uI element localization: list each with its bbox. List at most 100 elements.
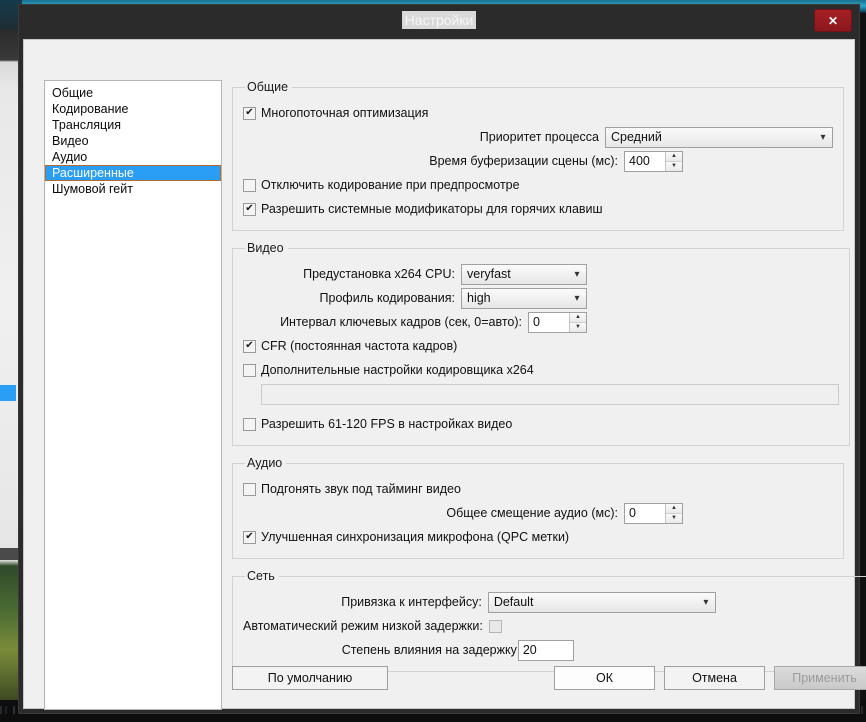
- sidebar-item-broadcast[interactable]: Трансляция: [45, 117, 221, 133]
- group-video: Видео Предустановка x264 CPU: veryfast ▾…: [232, 241, 850, 446]
- encoding-profile-label: Профиль кодирования:: [319, 291, 455, 305]
- x264-preset-label: Предустановка x264 CPU:: [303, 267, 455, 281]
- audio-offset-spin-buttons[interactable]: ▲ ▼: [665, 503, 682, 523]
- row-high-fps: Разрешить 61-120 FPS в настройках видео: [243, 413, 839, 435]
- process-priority-value: Средний: [611, 130, 662, 144]
- chevron-down-icon: ▾: [574, 268, 580, 280]
- spin-down-icon[interactable]: ▼: [666, 513, 682, 523]
- row-custom-x264: Дополнительные настройки кодировщика x26…: [243, 359, 839, 381]
- row-mic-qpc-sync: Улучшенная синхронизация микрофона (QPC …: [243, 526, 833, 548]
- latency-factor-label: Степень влияния на задержку: [341, 643, 517, 657]
- window-title-text: Настройки: [401, 11, 477, 29]
- row-multithreaded: Многопоточная оптимизация: [243, 102, 833, 124]
- chevron-down-icon: ▾: [820, 131, 826, 143]
- row-process-priority: Приоритет процесса Средний ▾: [243, 126, 833, 148]
- row-interface-binding: Привязка к интерфейсу: Default ▾: [243, 591, 866, 613]
- group-network-legend: Сеть: [247, 569, 275, 583]
- row-x264-preset: Предустановка x264 CPU: veryfast ▾: [243, 263, 839, 285]
- checkbox-high-fps[interactable]: Разрешить 61-120 FPS в настройках видео: [243, 417, 512, 431]
- checkbox-icon[interactable]: [243, 482, 256, 496]
- group-video-legend: Видео: [247, 241, 284, 255]
- row-cfr: CFR (постоянная частота кадров): [243, 335, 839, 357]
- spin-up-icon[interactable]: ▲: [666, 151, 682, 162]
- audio-offset-label: Общее смещение аудио (мс):: [446, 506, 618, 520]
- audio-offset-input[interactable]: [625, 503, 665, 523]
- dialog-body: Общие Кодирование Трансляция Видео Аудио…: [23, 39, 866, 710]
- checkbox-mic-qpc-sync[interactable]: Улучшенная синхронизация микрофона (QPC …: [243, 530, 569, 544]
- checkbox-sync-audio-to-video[interactable]: Подгонять звук под тайминг видео: [243, 482, 461, 496]
- checkbox-icon[interactable]: [243, 339, 256, 353]
- settings-category-list[interactable]: Общие Кодирование Трансляция Видео Аудио…: [44, 80, 222, 710]
- spin-down-icon[interactable]: ▼: [570, 322, 586, 332]
- process-priority-select[interactable]: Средний ▾: [605, 126, 833, 148]
- auto-low-latency-label: Автоматический режим низкой задержки:: [243, 619, 483, 633]
- group-general-legend: Общие: [247, 80, 289, 94]
- row-auto-low-latency: Автоматический режим низкой задержки:: [243, 615, 866, 637]
- row-latency-factor: Степень влияния на задержку: [243, 639, 866, 661]
- settings-dialog: Настройки ✕ Общие Кодирование Трансляция…: [18, 4, 866, 714]
- audio-offset-stepper[interactable]: ▲ ▼: [624, 502, 683, 524]
- checkbox-icon[interactable]: [243, 202, 256, 216]
- close-button[interactable]: ✕: [814, 9, 852, 32]
- sidebar-item-audio[interactable]: Аудио: [45, 149, 221, 165]
- dialog-footer: По умолчанию ОК Отмена Применить: [232, 666, 866, 690]
- interface-binding-select[interactable]: Default ▾: [487, 591, 716, 613]
- scene-buffer-spin-buttons[interactable]: ▲ ▼: [665, 151, 682, 171]
- window-title: Настройки: [19, 11, 859, 29]
- checkbox-multithreaded[interactable]: Многопоточная оптимизация: [243, 106, 428, 120]
- keyframe-interval-stepper[interactable]: ▲ ▼: [528, 311, 587, 333]
- spin-down-icon[interactable]: ▼: [666, 161, 682, 171]
- checkbox-custom-x264[interactable]: Дополнительные настройки кодировщика x26…: [243, 363, 534, 377]
- keyframe-interval-label: Интервал ключевых кадров (сек, 0=авто):: [280, 315, 522, 329]
- checkbox-high-fps-label: Разрешить 61-120 FPS в настройках видео: [261, 417, 513, 431]
- row-audio-offset: Общее смещение аудио (мс): ▲ ▼: [243, 502, 833, 524]
- sidebar-item-encoding[interactable]: Кодирование: [45, 101, 221, 117]
- row-custom-x264-input: [243, 383, 839, 405]
- checkbox-disable-preview-encoding[interactable]: Отключить кодирование при предпросмотре: [243, 178, 520, 192]
- sidebar-item-advanced[interactable]: Расширенные: [45, 165, 221, 181]
- chevron-down-icon: ▾: [703, 596, 709, 608]
- checkbox-system-hotkey-modifiers[interactable]: Разрешить системные модификаторы для гор…: [243, 202, 603, 216]
- latency-factor-input[interactable]: [517, 639, 574, 661]
- process-priority-label: Приоритет процесса: [479, 130, 599, 144]
- keyframe-interval-input[interactable]: [529, 312, 569, 332]
- encoding-profile-select[interactable]: high ▾: [461, 287, 587, 309]
- group-audio-legend: Аудио: [247, 456, 283, 470]
- group-network: Сеть Привязка к интерфейсу: Default ▾ Ав…: [232, 569, 866, 672]
- checkbox-icon[interactable]: [243, 363, 256, 377]
- checkbox-icon[interactable]: [243, 106, 256, 120]
- apply-button: Применить: [774, 666, 866, 690]
- checkbox-auto-low-latency[interactable]: [488, 619, 502, 633]
- defaults-button[interactable]: По умолчанию: [232, 666, 388, 690]
- keyframe-spin-buttons[interactable]: ▲ ▼: [569, 312, 586, 332]
- interface-binding-value: Default: [493, 595, 534, 609]
- checkbox-cfr[interactable]: CFR (постоянная частота кадров): [243, 339, 457, 353]
- row-encoding-profile: Профиль кодирования: high ▾: [243, 287, 839, 309]
- scene-buffer-stepper[interactable]: ▲ ▼: [624, 150, 683, 172]
- cancel-button[interactable]: Отмена: [664, 666, 765, 690]
- sidebar-item-noisegate[interactable]: Шумовой гейт: [45, 181, 221, 197]
- checkbox-system-hotkey-modifiers-label: Разрешить системные модификаторы для гор…: [261, 202, 603, 216]
- interface-binding-label: Привязка к интерфейсу:: [341, 595, 482, 609]
- group-general: Общие Многопоточная оптимизация Приорите…: [232, 80, 844, 231]
- checkbox-cfr-label: CFR (постоянная частота кадров): [261, 339, 458, 353]
- checkbox-disable-preview-encoding-label: Отключить кодирование при предпросмотре: [261, 178, 520, 192]
- checkbox-icon[interactable]: [243, 417, 256, 431]
- sidebar-item-video[interactable]: Видео: [45, 133, 221, 149]
- scene-buffer-label: Время буферизации сцены (мс):: [429, 154, 618, 168]
- spin-up-icon[interactable]: ▲: [570, 312, 586, 323]
- scene-buffer-input[interactable]: [625, 151, 665, 171]
- checkbox-icon[interactable]: [243, 178, 256, 192]
- group-audio: Аудио Подгонять звук под тайминг видео О…: [232, 456, 844, 559]
- encoding-profile-value: high: [467, 291, 491, 305]
- background-selection-chip: [0, 385, 16, 401]
- close-icon: ✕: [827, 13, 839, 28]
- x264-preset-select[interactable]: veryfast ▾: [461, 263, 587, 285]
- settings-panel: Общие Многопоточная оптимизация Приорите…: [232, 80, 866, 700]
- custom-x264-input[interactable]: [261, 383, 839, 405]
- spin-up-icon[interactable]: ▲: [666, 503, 682, 514]
- ok-button[interactable]: ОК: [554, 666, 655, 690]
- checkbox-icon[interactable]: [243, 530, 256, 544]
- sidebar-item-general[interactable]: Общие: [45, 85, 221, 101]
- row-keyframe-interval: Интервал ключевых кадров (сек, 0=авто): …: [243, 311, 839, 333]
